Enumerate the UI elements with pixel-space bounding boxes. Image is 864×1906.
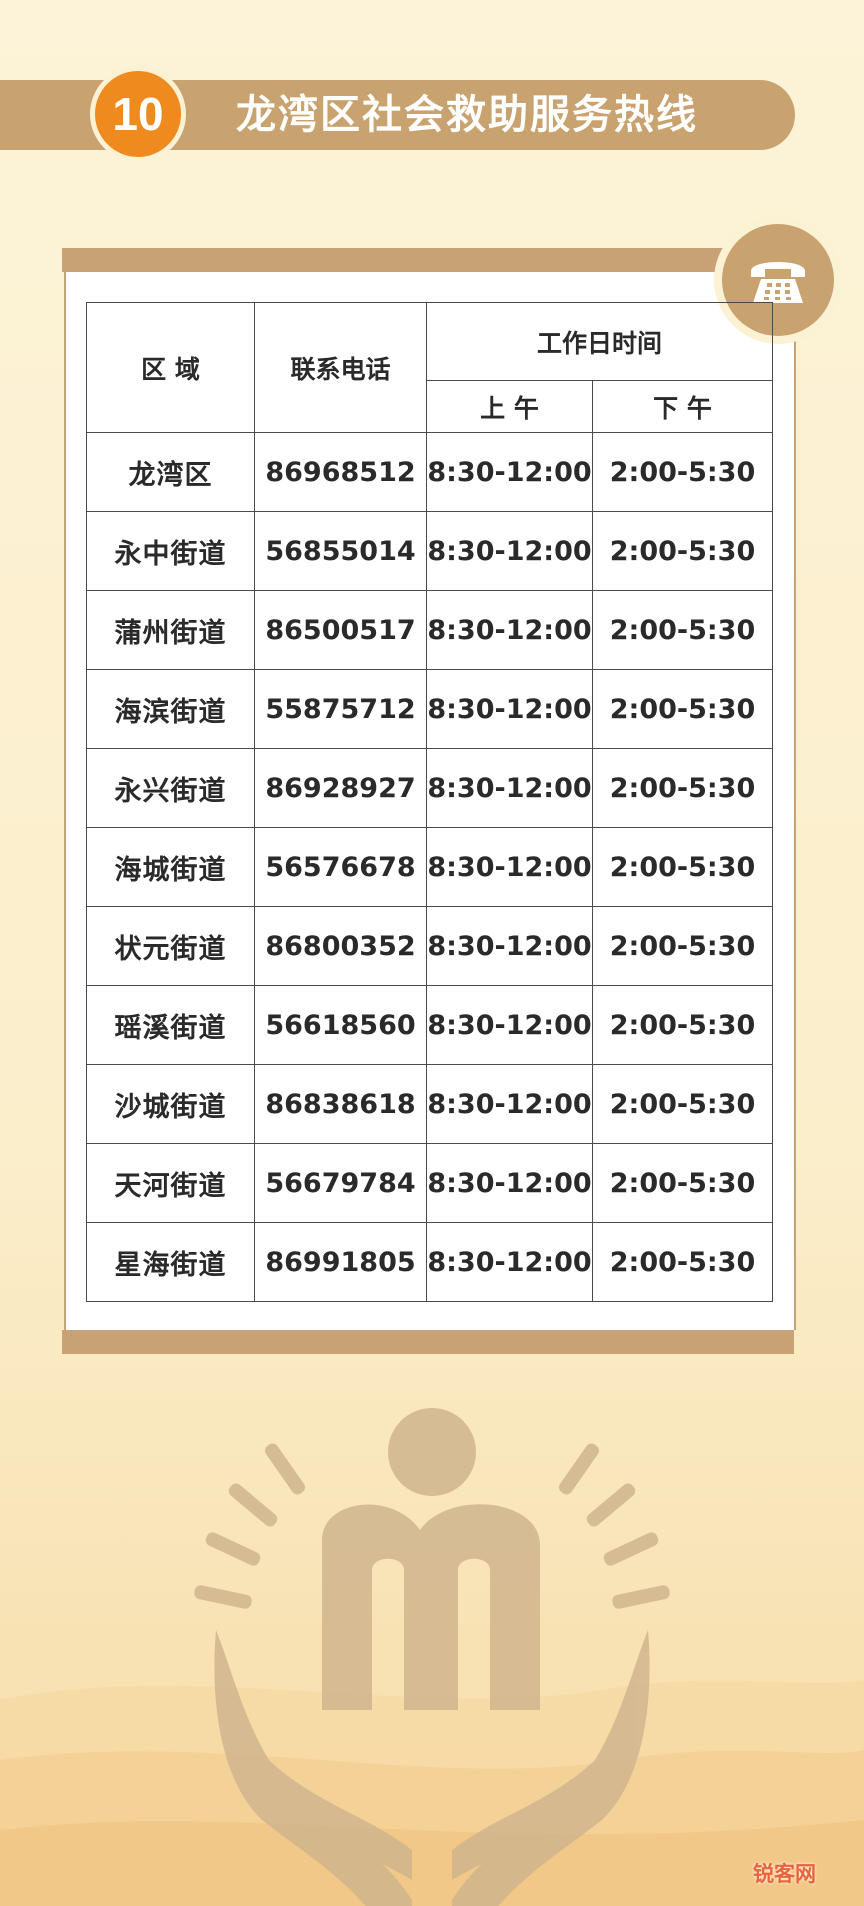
am-hours-cell: 8:30-12:00	[426, 669, 593, 749]
region-cell: 状元街道	[86, 906, 255, 986]
region-cell: 海滨街道	[86, 669, 255, 749]
social-assistance-emblem-icon	[194, 1408, 670, 1906]
am-hours-cell: 8:30-12:00	[426, 906, 593, 986]
am-hours-cell: 8:30-12:00	[426, 1222, 593, 1302]
am-hours-cell: 8:30-12:00	[426, 985, 593, 1065]
table-row: 沙城街道 86838618 8:30-12:00 2:00-5:30	[86, 1064, 774, 1144]
table-row: 蒲州街道 86500517 8:30-12:00 2:00-5:30	[86, 590, 774, 670]
table-row: 天河街道 56679784 8:30-12:00 2:00-5:30	[86, 1143, 774, 1223]
pm-hours-cell: 2:00-5:30	[591, 432, 774, 512]
table-row: 海城街道 56576678 8:30-12:00 2:00-5:30	[86, 827, 774, 907]
pm-hours-cell: 2:00-5:30	[591, 1143, 774, 1223]
region-cell: 龙湾区	[86, 432, 255, 512]
phone-cell[interactable]: 56576678	[254, 827, 427, 907]
header-workday: 工作日时间	[425, 302, 774, 381]
pm-hours-cell: 2:00-5:30	[591, 669, 774, 749]
table-row: 永兴街道 86928927 8:30-12:00 2:00-5:30	[86, 748, 774, 828]
watermark: 锐客网	[753, 1862, 816, 1886]
table-row: 状元街道 86800352 8:30-12:00 2:00-5:30	[86, 906, 774, 986]
pm-hours-cell: 2:00-5:30	[591, 1222, 774, 1302]
phone-cell[interactable]: 86968512	[254, 432, 427, 512]
region-cell: 天河街道	[86, 1143, 255, 1223]
pm-hours-cell: 2:00-5:30	[591, 511, 774, 591]
am-hours-cell: 8:30-12:00	[426, 432, 593, 512]
phone-cell[interactable]: 86991805	[254, 1222, 427, 1302]
page-title: 龙湾区社会救助服务热线	[236, 92, 698, 138]
region-cell: 永兴街道	[86, 748, 255, 828]
am-hours-cell: 8:30-12:00	[426, 1064, 593, 1144]
table-row: 瑶溪街道 56618560 8:30-12:00 2:00-5:30	[86, 985, 774, 1065]
region-cell: 瑶溪街道	[86, 985, 255, 1065]
table-row: 星海街道 86991805 8:30-12:00 2:00-5:30	[86, 1222, 774, 1302]
pm-hours-cell: 2:00-5:30	[591, 590, 774, 670]
phone-cell[interactable]: 86800352	[254, 906, 427, 986]
am-hours-cell: 8:30-12:00	[426, 590, 593, 670]
table-row: 海滨街道 55875712 8:30-12:00 2:00-5:30	[86, 669, 774, 749]
page: 10 龙湾区社会救助服务热线 区 域 联系电话 工作日时间 上 午 下 午 龙湾…	[0, 0, 864, 1906]
phone-cell[interactable]: 86928927	[254, 748, 427, 828]
section-number-badge: 10	[90, 66, 186, 162]
card-top-bar	[62, 248, 794, 272]
am-hours-cell: 8:30-12:00	[426, 1143, 593, 1223]
header-phone: 联系电话	[254, 302, 427, 433]
phone-cell[interactable]: 56855014	[254, 511, 427, 591]
phone-cell[interactable]: 86500517	[254, 590, 427, 670]
header-am: 上 午	[426, 380, 593, 433]
region-cell: 沙城街道	[86, 1064, 255, 1144]
header-pm: 下 午	[591, 380, 774, 433]
pm-hours-cell: 2:00-5:30	[591, 1064, 774, 1144]
card-bottom-bar	[62, 1330, 794, 1354]
region-cell: 星海街道	[86, 1222, 255, 1302]
phone-cell[interactable]: 56618560	[254, 985, 427, 1065]
am-hours-cell: 8:30-12:00	[426, 827, 593, 907]
region-cell: 永中街道	[86, 511, 255, 591]
region-cell: 海城街道	[86, 827, 255, 907]
table-row: 永中街道 56855014 8:30-12:00 2:00-5:30	[86, 511, 774, 591]
phone-cell[interactable]: 86838618	[254, 1064, 427, 1144]
pm-hours-cell: 2:00-5:30	[591, 985, 774, 1065]
hotline-table: 区 域 联系电话 工作日时间 上 午 下 午 龙湾区 86968512 8:30…	[86, 302, 774, 1302]
phone-cell[interactable]: 55875712	[254, 669, 427, 749]
table-row: 龙湾区 86968512 8:30-12:00 2:00-5:30	[86, 432, 774, 512]
header-region: 区 域	[86, 302, 255, 433]
phone-cell[interactable]: 56679784	[254, 1143, 427, 1223]
pm-hours-cell: 2:00-5:30	[591, 906, 774, 986]
am-hours-cell: 8:30-12:00	[426, 511, 593, 591]
pm-hours-cell: 2:00-5:30	[591, 827, 774, 907]
region-cell: 蒲州街道	[86, 590, 255, 670]
pm-hours-cell: 2:00-5:30	[591, 748, 774, 828]
am-hours-cell: 8:30-12:00	[426, 748, 593, 828]
